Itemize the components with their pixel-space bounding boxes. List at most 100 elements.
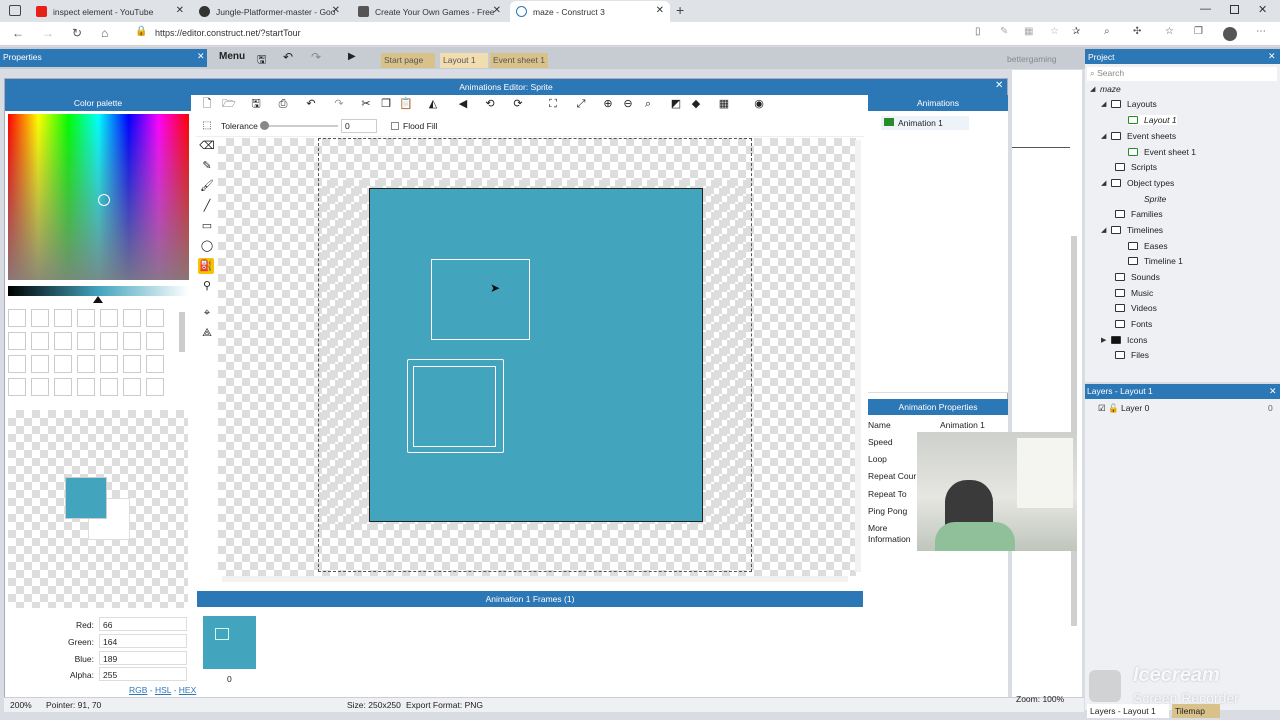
zoom-icon[interactable]: ⌕ — [1104, 26, 1110, 37]
color-picker-icon[interactable]: ⚲ — [199, 278, 215, 294]
new-file-icon[interactable]: 🗋 — [199, 96, 215, 112]
color-swatch[interactable] — [123, 378, 141, 396]
undo-icon[interactable]: ↶ — [283, 50, 293, 64]
lightness-handle[interactable] — [93, 296, 103, 303]
red-field[interactable]: 66 — [99, 617, 187, 631]
color-swatch[interactable] — [146, 378, 164, 396]
copy-icon[interactable]: ❐ — [378, 96, 394, 112]
restore-icon[interactable] — [1230, 5, 1239, 14]
color-swatch[interactable] — [31, 378, 49, 396]
back-icon[interactable]: ← — [12, 26, 24, 40]
flood-fill-checkbox[interactable] — [391, 122, 399, 130]
animation-item[interactable]: Animation 1 — [881, 116, 969, 130]
tree-timelines[interactable]: ◢ Timelines — [1101, 225, 1163, 235]
color-swatch[interactable] — [31, 332, 49, 350]
menu-button[interactable]: Menu — [219, 51, 245, 62]
reload-icon[interactable]: ↻ — [72, 26, 82, 40]
tree-root[interactable]: ◢ maze — [1090, 84, 1121, 94]
save-icon[interactable]: 🖫 — [257, 51, 266, 70]
color-swatch[interactable] — [77, 309, 95, 327]
primary-color-swatch[interactable] — [65, 477, 107, 519]
tolerance-slider-track[interactable] — [262, 125, 338, 127]
resize-icon[interactable]: ⤢ — [573, 96, 589, 112]
doc-tab-event-sheet-1[interactable]: Event sheet 1 — [490, 53, 548, 68]
layers-close-icon[interactable]: ✕ — [1269, 386, 1277, 397]
color-swatch[interactable] — [146, 332, 164, 350]
lightness-slider[interactable] — [8, 286, 189, 296]
color-swatch[interactable] — [31, 309, 49, 327]
color-swatch[interactable] — [8, 378, 26, 396]
dialog-close-icon[interactable]: ✕ — [995, 80, 1003, 91]
browser-tab-active[interactable]: maze - Construct 3 ✕ — [510, 1, 670, 22]
layers-icon[interactable]: ◆ — [688, 96, 704, 112]
profile-avatar[interactable] — [1223, 27, 1237, 41]
tree-event-sheet-1[interactable]: Event sheet 1 — [1128, 147, 1196, 157]
doc-tab-start-page[interactable]: Start page — [381, 53, 435, 68]
color-swatch[interactable] — [146, 309, 164, 327]
brush-icon[interactable]: 🖌 — [199, 178, 215, 194]
tree-sprite[interactable]: Sprite — [1144, 194, 1166, 204]
tree-videos[interactable]: Videos — [1115, 303, 1157, 313]
edit-icon[interactable]: ✎ — [1000, 26, 1008, 37]
tolerance-field[interactable]: 0 — [341, 119, 377, 133]
pencil-icon[interactable]: ✎ — [199, 158, 215, 174]
color-swatch[interactable] — [100, 355, 118, 373]
zoom-out-icon[interactable]: ⊖ — [620, 96, 636, 112]
apps-icon[interactable]: ▦ — [1024, 26, 1033, 37]
close-tab-icon[interactable]: ✕ — [493, 5, 501, 16]
tree-layout-1[interactable]: Layout 1 — [1128, 115, 1177, 125]
tree-event-sheets[interactable]: ◢ Event sheets — [1101, 131, 1176, 141]
background-icon[interactable]: ◩ — [668, 96, 684, 112]
forward-icon[interactable]: → — [42, 26, 54, 40]
close-window-icon[interactable]: ✕ — [1258, 3, 1267, 16]
browser-tab[interactable]: inspect element - YouTube ✕ — [30, 1, 190, 22]
browser-tab[interactable]: Create Your Own Games - Free ✕ — [352, 1, 507, 22]
minimize-icon[interactable]: — — [1200, 3, 1211, 15]
line-icon[interactable]: ╱ — [199, 198, 215, 214]
zoom-reset-icon[interactable]: ⌕ — [640, 96, 656, 112]
green-field[interactable]: 164 — [99, 634, 187, 648]
paste-icon[interactable]: 📋 — [398, 96, 414, 112]
crop-icon[interactable]: ⛶ — [545, 96, 561, 112]
tree-object-types[interactable]: ◢ Object types — [1101, 178, 1174, 188]
home-icon[interactable]: ⌂ — [101, 26, 108, 40]
color-swatch[interactable] — [54, 309, 72, 327]
spectrum-cursor[interactable] — [98, 194, 110, 206]
close-tab-icon[interactable]: ✕ — [332, 5, 340, 16]
redo-icon[interactable]: ↷ — [311, 50, 321, 64]
color-swatch[interactable] — [8, 355, 26, 373]
prop-name-value[interactable]: Animation 1 — [940, 420, 985, 430]
hex-mode-link[interactable]: HEX — [179, 685, 196, 695]
layout-scrollbar[interactable] — [1071, 236, 1077, 626]
color-swatch[interactable] — [77, 378, 95, 396]
color-swatch[interactable] — [146, 355, 164, 373]
export-icon[interactable]: ⎙ — [275, 96, 291, 112]
flip-vertical-icon[interactable]: ◀ — [455, 96, 471, 112]
fill-bucket-icon[interactable]: ⛽ — [198, 258, 214, 274]
blue-field[interactable]: 189 — [99, 651, 187, 665]
project-close-icon[interactable]: ✕ — [1268, 51, 1276, 62]
layer-row[interactable]: ☑ 🔓 Layer 0 — [1085, 401, 1280, 416]
ellipse-icon[interactable]: ◯ — [199, 238, 215, 254]
redo-icon[interactable]: ↷ — [331, 96, 347, 112]
rectangle-icon[interactable]: ▭ — [199, 218, 215, 234]
tree-eases[interactable]: Eases — [1128, 241, 1168, 251]
preview-icon[interactable]: ◉ — [751, 96, 767, 112]
canvas-vscroll[interactable] — [855, 140, 861, 572]
doc-tab-layout-1[interactable]: Layout 1 — [440, 53, 488, 68]
tree-scripts[interactable]: Scripts — [1115, 162, 1157, 172]
rgb-mode-link[interactable]: RGB — [129, 685, 147, 695]
swatch-grid[interactable] — [8, 309, 174, 399]
select-rect-icon[interactable]: ⬚ — [199, 118, 215, 134]
bookmark-icon[interactable]: ☆ — [1050, 26, 1059, 37]
color-swatch[interactable] — [8, 309, 26, 327]
color-swatch[interactable] — [100, 309, 118, 327]
puzzle-icon[interactable]: ✣ — [1133, 26, 1141, 37]
tree-families[interactable]: Families — [1115, 209, 1163, 219]
collision-polygon-icon[interactable]: ⟁ — [199, 325, 215, 341]
project-search[interactable]: ⌕ Search — [1087, 67, 1277, 81]
lock-layer-icon[interactable]: 🔓 — [1108, 403, 1119, 413]
cut-icon[interactable]: ✂ — [358, 96, 374, 112]
tolerance-slider-handle[interactable] — [260, 121, 269, 130]
close-tab-icon[interactable]: ✕ — [176, 5, 184, 16]
